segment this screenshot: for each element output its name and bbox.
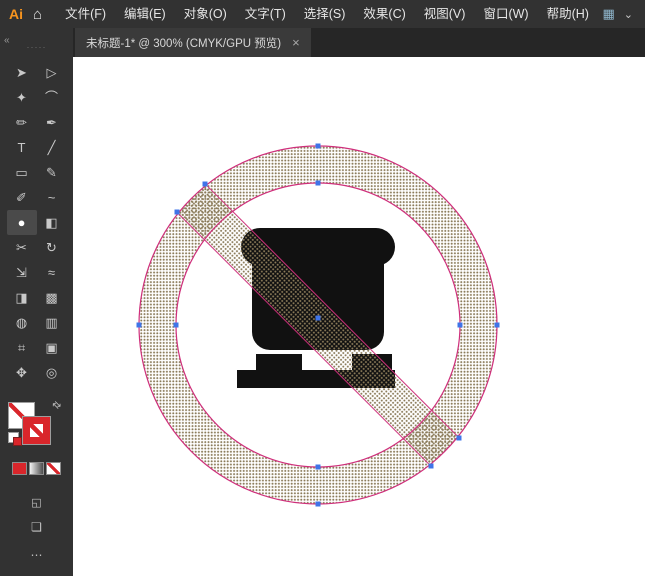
home-icon[interactable]: ⌂ bbox=[31, 6, 56, 23]
panel-grip[interactable]: ····· bbox=[0, 44, 73, 50]
anchor-point[interactable] bbox=[137, 323, 142, 328]
magic-wand-tool[interactable]: ✦ bbox=[7, 85, 37, 110]
chevron-down-icon[interactable]: ⌄ bbox=[624, 8, 633, 21]
none-button[interactable] bbox=[46, 462, 61, 475]
menu-edit[interactable]: 编辑(E) bbox=[115, 0, 175, 28]
anchor-point[interactable] bbox=[316, 465, 321, 470]
draw-mode-icon[interactable]: ◱ bbox=[0, 496, 73, 509]
menu-select[interactable]: 选择(S) bbox=[295, 0, 355, 28]
anchor-center-point[interactable] bbox=[316, 316, 321, 321]
anchor-point[interactable] bbox=[458, 323, 463, 328]
anchor-point[interactable] bbox=[495, 323, 500, 328]
screen-mode-icon[interactable]: ❏ bbox=[0, 520, 73, 534]
hand-tool[interactable]: ✥ bbox=[7, 360, 37, 385]
gradient-button[interactable] bbox=[29, 462, 44, 475]
direct-selection-tool[interactable]: ▷ bbox=[37, 60, 67, 85]
menu-effect[interactable]: 效果(C) bbox=[354, 0, 414, 28]
default-colors-icon[interactable] bbox=[8, 432, 19, 443]
document-tab[interactable]: 未标题-1* @ 300% (CMYK/GPU 预览) × bbox=[75, 28, 311, 57]
line-segment-tool[interactable]: ╱ bbox=[37, 135, 67, 160]
menu-type[interactable]: 文字(T) bbox=[236, 0, 295, 28]
edit-toolbar-icon[interactable]: ⋯ bbox=[0, 548, 73, 562]
artboard-tool[interactable]: ▣ bbox=[37, 335, 67, 360]
menu-object[interactable]: 对象(O) bbox=[175, 0, 236, 28]
document-tab-title: 未标题-1* @ 300% (CMYK/GPU 预览) bbox=[86, 35, 281, 51]
lasso-tool[interactable]: ⌒ bbox=[37, 85, 67, 110]
menu-file[interactable]: 文件(F) bbox=[56, 0, 115, 28]
workspace-switcher-icon[interactable]: ▦ bbox=[602, 6, 614, 22]
graph-tool[interactable]: ▥ bbox=[37, 310, 67, 335]
pencil-tool[interactable]: ✐ bbox=[7, 185, 37, 210]
tab-close-icon[interactable]: × bbox=[292, 36, 300, 49]
app-logo[interactable]: Ai bbox=[0, 6, 31, 22]
menu-window[interactable]: 窗口(W) bbox=[474, 0, 537, 28]
illustrator-window: Ai ⌂ 文件(F) 编辑(E) 对象(O) 文字(T) 选择(S) 效果(C)… bbox=[0, 0, 645, 576]
selection-tool[interactable]: ➤ bbox=[7, 60, 37, 85]
tools-panel: « ····· ➤ ▷ ✦ ⌒ ✏ ✒ T ╱ ▭ ✎ ✐ ~ ● ◧ ✂ ↻ … bbox=[0, 28, 73, 576]
brush-tool[interactable]: ✏ bbox=[7, 110, 37, 135]
anchor-point[interactable] bbox=[316, 181, 321, 186]
menu-view[interactable]: 视图(V) bbox=[415, 0, 475, 28]
rectangle-tool[interactable]: ▭ bbox=[7, 160, 37, 185]
zoom-tool[interactable]: ◎ bbox=[37, 360, 67, 385]
anchor-point[interactable] bbox=[203, 182, 208, 187]
anchor-point[interactable] bbox=[316, 502, 321, 507]
shape-builder-tool[interactable]: ◨ bbox=[7, 285, 37, 310]
stamp-step-left[interactable] bbox=[256, 354, 302, 370]
menu-help[interactable]: 帮助(H) bbox=[538, 0, 598, 28]
slice-tool[interactable]: ⌗ bbox=[7, 335, 37, 360]
width-tool[interactable]: ≈ bbox=[37, 260, 67, 285]
artboard-canvas[interactable] bbox=[73, 57, 645, 576]
swap-colors-icon[interactable]: ⇄ bbox=[49, 399, 63, 413]
menubar: Ai ⌂ 文件(F) 编辑(E) 对象(O) 文字(T) 选择(S) 效果(C)… bbox=[0, 0, 645, 28]
pen-tool[interactable]: ✒ bbox=[37, 110, 67, 135]
paintbrush-tool[interactable]: ✎ bbox=[37, 160, 67, 185]
eyedropper-tool[interactable]: ◍ bbox=[7, 310, 37, 335]
anchor-point[interactable] bbox=[174, 323, 179, 328]
anchor-point[interactable] bbox=[429, 464, 434, 469]
anchor-point[interactable] bbox=[316, 144, 321, 149]
stroke-color-swatch[interactable] bbox=[23, 417, 50, 444]
scissors-tool[interactable]: ✂ bbox=[7, 235, 37, 260]
rotate-tool[interactable]: ↻ bbox=[37, 235, 67, 260]
shaper-tool[interactable]: ~ bbox=[37, 185, 67, 210]
artwork-svg bbox=[73, 57, 645, 576]
blob-brush-tool[interactable]: ● bbox=[7, 210, 37, 235]
gradient-tool[interactable]: ▩ bbox=[37, 285, 67, 310]
document-tabstrip: 未标题-1* @ 300% (CMYK/GPU 预览) × bbox=[73, 28, 645, 57]
eraser-tool[interactable]: ◧ bbox=[37, 210, 67, 235]
anchor-point[interactable] bbox=[457, 436, 462, 441]
type-tool[interactable]: T bbox=[7, 135, 37, 160]
paint-style-row bbox=[0, 462, 73, 475]
color-widget: ⇄ bbox=[8, 400, 66, 454]
anchor-point[interactable] bbox=[175, 210, 180, 215]
scale-tool[interactable]: ⇲ bbox=[7, 260, 37, 285]
color-button[interactable] bbox=[12, 462, 27, 475]
tool-grid: ➤ ▷ ✦ ⌒ ✏ ✒ T ╱ ▭ ✎ ✐ ~ ● ◧ ✂ ↻ ⇲ ≈ ◨ ▩ … bbox=[0, 60, 73, 385]
